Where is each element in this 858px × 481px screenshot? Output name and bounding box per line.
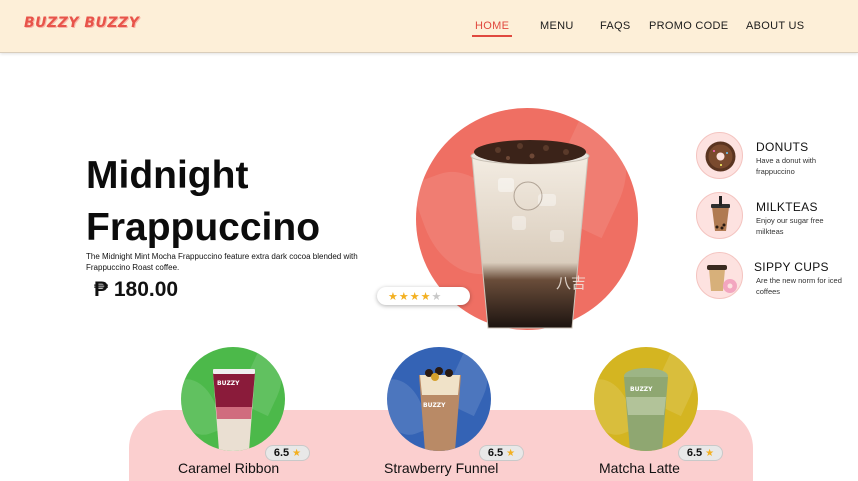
- product-name[interactable]: Strawberry Funnel: [384, 460, 498, 476]
- sippy-cup-icon: [707, 265, 737, 293]
- category-description: Are the new norm for iced coffees: [756, 276, 842, 296]
- star-icon: ★: [506, 447, 516, 459]
- svg-text:BUZZY: BUZZY: [423, 402, 446, 409]
- half-star-icon: ★: [431, 289, 442, 303]
- hero-price: ₱ 180.00: [94, 278, 179, 301]
- star-icon: ★: [292, 447, 302, 459]
- brand-logo[interactable]: BUZZY BUZZY: [24, 15, 139, 31]
- category-title: DONUTS: [756, 140, 809, 154]
- category-title: MILKTEAS: [756, 200, 818, 214]
- donut-icon: [705, 141, 736, 172]
- nav-faqs[interactable]: FAQS: [600, 20, 631, 32]
- product-name[interactable]: Matcha Latte: [599, 460, 680, 476]
- category-title: SIPPY CUPS: [754, 260, 829, 274]
- milktea-icon: [711, 196, 730, 231]
- strawberry-funnel-image: BUZZY: [419, 367, 461, 451]
- star-icon: ★: [409, 289, 420, 303]
- category-description: Enjoy our sugar free milkteas: [756, 216, 824, 236]
- category-icon-circle: [696, 252, 743, 299]
- hero-rating: ★ ★ ★ ★ ★: [377, 287, 470, 305]
- caramel-ribbon-image: BUZZY: [213, 369, 255, 451]
- product-name[interactable]: Caramel Ribbon: [178, 460, 279, 476]
- svg-text:BUZZY: BUZZY: [217, 380, 240, 387]
- star-icon: ★: [705, 447, 715, 459]
- nav-promo-code[interactable]: PROMO CODE: [649, 20, 728, 32]
- hero-title: Midnight Frappuccino: [86, 150, 320, 254]
- page: BUZZY BUZZY HOME MENU FAQS PROMO CODE AB…: [0, 0, 858, 481]
- category-icon-circle: [696, 192, 743, 239]
- category-icon-circle: [696, 132, 743, 179]
- nav-menu[interactable]: MENU: [540, 20, 574, 32]
- category-milkteas[interactable]: MILKTEAS Enjoy our sugar free milkteas: [696, 192, 846, 242]
- hero-title-line1: Midnight: [86, 154, 249, 197]
- product-circle-caramel-ribbon[interactable]: BUZZY: [181, 347, 285, 451]
- product-circle-strawberry-funnel[interactable]: BUZZY: [387, 347, 491, 451]
- nav-active-underline: [472, 35, 512, 37]
- star-icon: ★: [398, 289, 409, 303]
- product-rating-caramel-ribbon: 6.5 ★: [265, 445, 310, 461]
- hero-description: The Midnight Mint Mocha Frappuccino feat…: [86, 252, 358, 272]
- product-circle-matcha-latte[interactable]: BUZZY: [594, 347, 698, 451]
- svg-text:八吉: 八吉: [556, 274, 586, 292]
- category-donuts[interactable]: DONUTS Have a donut with frappuccino: [696, 132, 846, 182]
- hero-title-line2: Frappuccino: [86, 206, 321, 249]
- category-description: Have a donut with frappuccino: [756, 156, 817, 176]
- rating-value: 6.5: [487, 447, 504, 459]
- product-rating-matcha-latte: 6.5 ★: [678, 445, 723, 461]
- star-icon: ★: [420, 289, 431, 303]
- rating-value: 6.5: [686, 447, 703, 459]
- rating-value: 6.5: [273, 447, 290, 459]
- top-navbar: BUZZY BUZZY HOME MENU FAQS PROMO CODE AB…: [0, 0, 858, 53]
- midnight-frappuccino-image[interactable]: 八吉: [468, 138, 592, 330]
- matcha-latte-image: BUZZY: [624, 368, 668, 451]
- svg-text:BUZZY: BUZZY: [630, 386, 653, 393]
- category-sippy-cups[interactable]: SIPPY CUPS Are the new norm for iced cof…: [696, 252, 846, 302]
- star-icon: ★: [388, 289, 398, 303]
- nav-home[interactable]: HOME: [475, 20, 509, 32]
- nav-about-us[interactable]: ABOUT US: [746, 20, 804, 32]
- product-rating-strawberry-funnel: 6.5 ★: [479, 445, 524, 461]
